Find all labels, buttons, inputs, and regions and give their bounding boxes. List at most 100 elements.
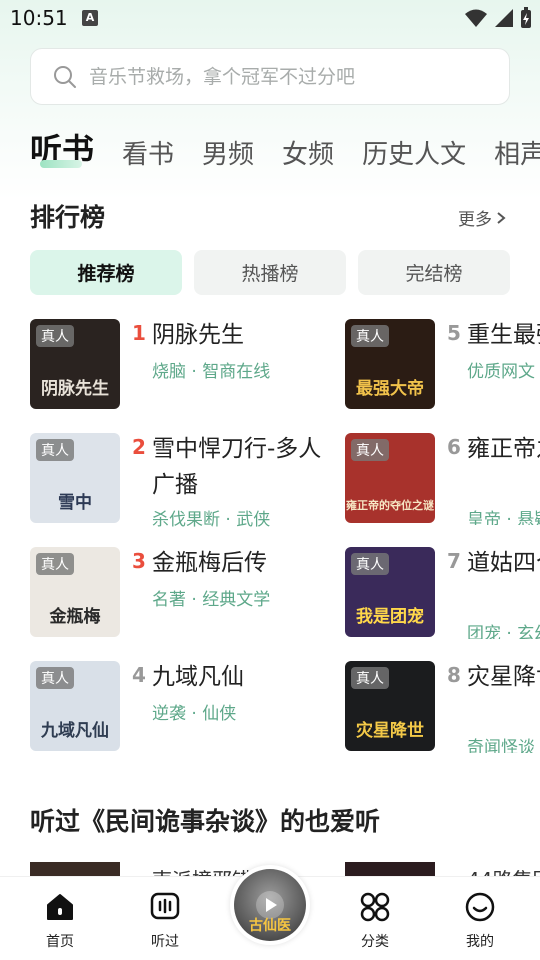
book-item[interactable]: 真人 金瓶梅 3 金瓶梅后传 名著 · 经典文学 <box>30 547 330 639</box>
nav-mine[interactable]: 我的 <box>445 887 515 951</box>
mini-player[interactable]: 古仙医 <box>230 865 310 945</box>
search-bar[interactable] <box>30 48 510 105</box>
cover-title: 雪中 <box>58 493 92 513</box>
book-tags: 团宠 · 玄幻 <box>467 624 540 639</box>
category-grid-icon <box>340 887 410 927</box>
cover-title: 雍正帝的夺位之谜 <box>346 499 434 512</box>
cover-title: 金瓶梅 <box>49 607 101 627</box>
chip-recommend[interactable]: 推荐榜 <box>30 250 182 295</box>
tab-history[interactable]: 历史人文 <box>362 134 466 171</box>
book-cover[interactable]: 真人 灾星降世 <box>345 661 435 751</box>
more-link[interactable]: 更多 <box>458 205 506 230</box>
chip-finished[interactable]: 完结榜 <box>358 250 510 295</box>
real-voice-badge: 真人 <box>36 439 74 461</box>
book-item[interactable]: 真人 我是团宠 7 道姑四个六个舅 团宠 · 玄幻 <box>345 547 540 639</box>
category-tabs: 听书 看书 男频 女频 历史人文 相声 <box>30 125 540 175</box>
real-voice-badge: 真人 <box>36 553 74 575</box>
real-voice-badge: 真人 <box>351 553 389 575</box>
profile-icon <box>445 887 515 927</box>
book-item[interactable]: 真人 九域凡仙 4 九域凡仙 逆袭 · 仙侠 <box>30 661 330 753</box>
search-icon <box>53 65 77 89</box>
notification-icon: A <box>82 10 98 26</box>
rank-number: 7 <box>447 549 461 573</box>
real-voice-badge: 真人 <box>351 325 389 347</box>
bottom-nav: 首页 听过 古仙医 分类 我的 <box>0 865 540 960</box>
battery-icon <box>521 7 531 28</box>
home-icon <box>25 887 95 927</box>
book-title[interactable]: 雪中悍刀行-多人广播 <box>152 431 328 503</box>
book-tags: 烧脑 · 智商在线 <box>152 362 271 382</box>
status-bar: 10:51 A <box>0 0 540 36</box>
rank-number: 3 <box>132 549 146 573</box>
book-item[interactable]: 真人 灾星降世 8 灾星降世乃最强 奇闻怪谈 · 悬疑 <box>345 661 540 753</box>
book-cover[interactable]: 真人 阴脉先生 <box>30 319 120 409</box>
book-title[interactable]: 重生最强大帝 <box>467 319 540 353</box>
book-item[interactable]: 真人 雪中 2 雪中悍刀行-多人广播 杀伐果断 · 武侠 <box>30 431 330 530</box>
signal-icon <box>495 9 513 27</box>
ranking-title: 排行榜 <box>30 203 106 232</box>
real-voice-badge: 真人 <box>36 667 74 689</box>
rank-number: 5 <box>447 321 461 345</box>
book-tags: 杀伐果断 · 武侠 <box>152 510 271 530</box>
nav-category-label: 分类 <box>361 934 389 950</box>
cover-title: 阴脉先生 <box>41 379 109 399</box>
rec-title[interactable]: 44路集团 <box>467 864 540 876</box>
also-listened-title: 听过《民间诡事杂谈》的也爱听 <box>30 807 381 836</box>
rank-number: 1 <box>132 321 146 345</box>
book-title[interactable]: 灾星降世乃最强 <box>467 661 540 695</box>
rank-number: 8 <box>447 663 461 687</box>
book-tags: 名著 · 经典文学 <box>152 590 271 610</box>
tab-female[interactable]: 女频 <box>282 134 334 171</box>
book-tags: 优质网文 · 玄幻 <box>467 362 540 382</box>
cover-title: 我是团宠 <box>356 607 424 627</box>
book-cover[interactable]: 真人 我是团宠 <box>345 547 435 637</box>
status-time: 10:51 <box>10 6 68 30</box>
rec-title[interactable]: 南派撞邪错 <box>152 864 252 876</box>
chevron-right-icon <box>497 211 506 224</box>
nav-home[interactable]: 首页 <box>25 887 95 951</box>
wifi-icon <box>465 9 487 27</box>
ranking-chips: 推荐榜 热播榜 完结榜 <box>30 250 510 295</box>
book-title[interactable]: 道姑四个六个舅 <box>467 547 540 581</box>
nav-home-label: 首页 <box>46 934 74 950</box>
nav-mine-label: 我的 <box>466 934 494 950</box>
book-cover[interactable]: 真人 九域凡仙 <box>30 661 120 751</box>
nav-history[interactable]: 听过 <box>130 887 200 951</box>
tab-read[interactable]: 看书 <box>122 134 174 171</box>
book-item[interactable]: 真人 阴脉先生 1 阴脉先生 烧脑 · 智商在线 <box>30 319 330 411</box>
book-title[interactable]: 九域凡仙 <box>152 659 328 695</box>
book-title[interactable]: 金瓶梅后传 <box>152 545 328 581</box>
book-item[interactable]: 真人 最强大帝 5 重生最强大帝 优质网文 · 玄幻 <box>345 319 540 411</box>
search-input[interactable] <box>89 65 479 88</box>
chip-hot[interactable]: 热播榜 <box>194 250 346 295</box>
real-voice-badge: 真人 <box>351 667 389 689</box>
book-cover[interactable]: 真人 雪中 <box>30 433 120 523</box>
book-cover[interactable]: 真人 金瓶梅 <box>30 547 120 637</box>
cover-title: 灾星降世 <box>356 721 424 741</box>
book-cover[interactable]: 真人 雍正帝的夺位之谜 <box>345 433 435 523</box>
book-title[interactable]: 雍正帝之谜 <box>467 433 540 467</box>
player-cover: 古仙医 <box>234 869 306 941</box>
book-tags: 逆袭 · 仙侠 <box>152 704 237 724</box>
active-tab-indicator <box>40 160 82 168</box>
book-tags: 奇闻怪谈 · 悬疑 <box>467 738 540 753</box>
rank-number: 6 <box>447 435 461 459</box>
book-item[interactable]: 真人 雍正帝的夺位之谜 6 雍正帝之谜 皇帝 · 悬疑 <box>345 433 540 525</box>
book-tags: 皇帝 · 悬疑 <box>467 510 540 525</box>
real-voice-badge: 真人 <box>36 325 74 347</box>
nav-category[interactable]: 分类 <box>340 887 410 951</box>
rank-number: 4 <box>132 663 146 687</box>
real-voice-badge: 真人 <box>351 439 389 461</box>
book-cover[interactable]: 真人 最强大帝 <box>345 319 435 409</box>
more-label: 更多 <box>458 210 492 230</box>
history-audio-icon <box>130 887 200 927</box>
status-icons <box>464 7 532 29</box>
rank-number: 2 <box>132 435 146 459</box>
tab-male[interactable]: 男频 <box>202 134 254 171</box>
nav-history-label: 听过 <box>151 934 179 950</box>
tab-crosstalk[interactable]: 相声 <box>494 134 540 171</box>
book-title[interactable]: 阴脉先生 <box>152 317 328 353</box>
cover-title: 九域凡仙 <box>41 721 109 741</box>
player-title: 古仙医 <box>249 918 291 934</box>
cover-title: 最强大帝 <box>356 379 424 399</box>
